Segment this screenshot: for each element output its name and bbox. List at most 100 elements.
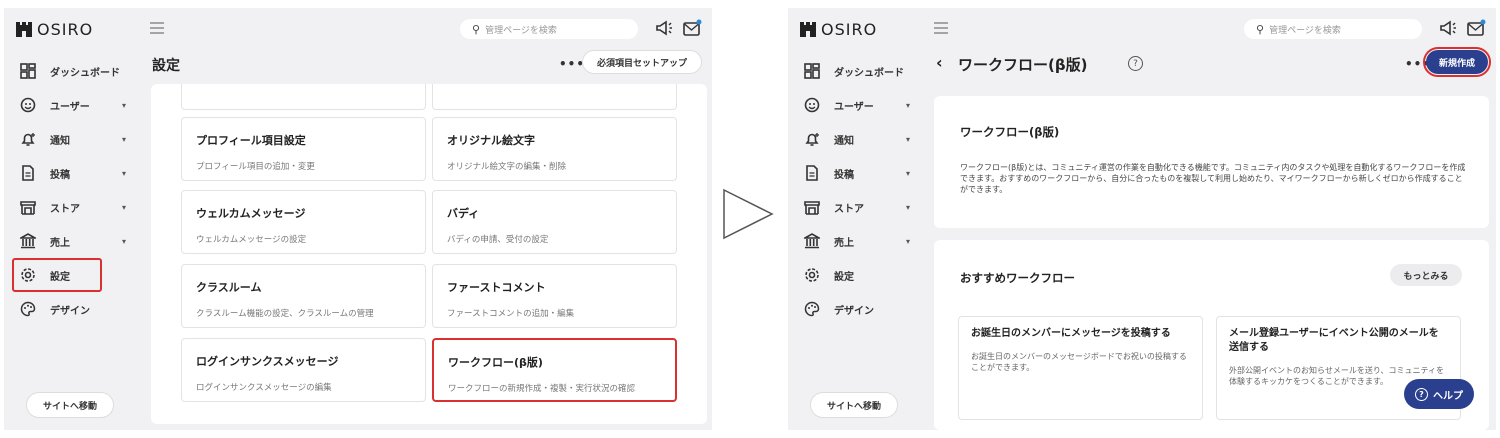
settings-card-emoji[interactable]: オリジナル絵文字オリジナル絵文字の編集・削除 [432,117,677,181]
help-circle-icon[interactable]: ? [1128,56,1143,71]
go-to-site-button[interactable]: サイトへ移動 [26,392,114,418]
logo[interactable]: OSIRO [800,20,877,39]
workflow-title: お誕生日のメンバーにメッセージを投稿する [971,328,1171,339]
settings-card[interactable] [181,84,426,110]
card-desc: ワークフローの新規作成・複製・実行状況の確認 [448,384,636,394]
help-button[interactable]: ? ヘルプ [1404,379,1474,409]
sidebar-item-store[interactable]: ストア ▾ [4,190,144,224]
card-title: クラスルーム [196,281,262,294]
sidebar-item-sales[interactable]: 売上 ▾ [4,224,144,258]
settings-card-workflow[interactable]: ワークフロー(β版) ワークフローの新規作成・複製・実行状況の確認 [432,338,677,402]
sidebar-item-notifications[interactable]: 通知 ▾ [4,122,144,156]
sidebar-item-dashboard[interactable]: ダッシュボード [788,54,928,88]
settings-card-welcome[interactable]: ウェルカムメッセージ ウェルカムメッセージの設定 [181,190,426,254]
chevron-down-icon: ▾ [122,134,127,144]
sidebar-item-label: 投稿 [50,169,70,181]
settings-card-classroom[interactable]: クラスルーム クラスルーム機能の設定、クラスルームの管理 [181,264,426,328]
sidebar-item-settings[interactable]: 設定 [788,258,928,292]
mail-icon[interactable] [682,18,702,38]
search-placeholder: 管理ページを検索 [1269,25,1341,36]
settings-card[interactable] [432,84,677,110]
logo[interactable]: OSIRO [16,20,93,39]
settings-card-buddy[interactable]: バディ バディの申請、受付の設定 [432,190,677,254]
sidebar-item-label: デザイン [834,305,874,317]
dashboard-icon [20,63,36,79]
chevron-down-icon: ▾ [906,100,911,110]
chevron-down-icon: ▾ [906,134,911,144]
sidebar-nav: ダッシュボード ユーザー ▾ 通知 ▾ 投稿 ▾ ストア ▾ 売上 ▾ 設定 デザイン [788,54,928,326]
page-title: ワークフロー(β版) [958,56,1088,74]
sidebar-item-label: ユーザー [834,101,874,113]
sidebar-item-settings[interactable]: 設定 [12,258,102,292]
help-button-label: ヘルプ [1433,390,1463,402]
sidebar-item-label: デザイン [50,305,90,317]
menu-icon[interactable] [934,22,948,34]
bell-icon [804,131,820,147]
workflow-intro-card: ワークフロー(β版) ワークフロー(β版)とは、コミュニティ運営の作業を自動化で… [934,96,1489,228]
sidebar-item-users[interactable]: ユーザー ▾ [4,88,144,122]
sidebar-item-label: ダッシュボード [834,67,904,79]
castle-icon [800,22,816,37]
gear-icon [20,267,36,283]
more-options-button[interactable]: ••• [559,57,585,71]
card-title: ログインサンクスメッセージ [196,355,339,368]
user-icon [20,97,36,113]
sidebar-item-label: ユーザー [50,101,90,113]
sidebar-item-posts[interactable]: 投稿 ▾ [4,156,144,190]
search-icon: ⚲ [472,22,481,36]
card-title: ワークフロー(β版) [448,356,543,369]
card-title: プロフィール項目設定 [196,134,306,147]
new-workflow-button[interactable]: 新規作成 [1423,47,1491,77]
sidebar-item-sales[interactable]: 売上 ▾ [788,224,928,258]
section-title: おすすめワークフロー [960,271,1075,285]
sidebar: OSIRO ダッシュボード ユーザー ▾ 通知 ▾ 投稿 ▾ ストア ▾ 売上 ▾ 設定 … [788,8,928,430]
sidebar-item-notifications[interactable]: 通知 ▾ [788,122,928,156]
menu-icon[interactable] [150,22,164,34]
card-desc: プロフィール項目の追加・変更 [196,162,315,172]
logo-text: OSIRO [821,20,878,39]
go-to-site-button[interactable]: サイトへ移動 [810,392,898,418]
settings-card-login-thanks[interactable]: ログインサンクスメッセージ ログインサンクスメッセージの編集 [181,338,426,402]
bank-icon [17,233,39,249]
card-desc: ファーストコメントの追加・編集 [447,309,575,319]
sidebar-item-label: ストア [50,203,80,215]
next-arrow-icon [723,188,774,240]
mail-icon[interactable] [1466,18,1486,38]
sidebar-item-posts[interactable]: 投稿 ▾ [788,156,928,190]
settings-screen: OSIRO ダッシュボード ユーザー ▾ 通知 ▾ 投稿 ▾ ストア ▾ 売上 ▾ 設定 … [4,8,712,430]
settings-card-first-comment[interactable]: ファーストコメント ファーストコメントの追加・編集 [432,264,677,328]
back-button[interactable]: ‹ [936,53,943,72]
required-setup-button[interactable]: 必須項目セットアップ [582,50,702,74]
sidebar-item-users[interactable]: ユーザー ▾ [788,88,928,122]
sidebar-item-store[interactable]: ストア ▾ [788,190,928,224]
megaphone-icon[interactable] [654,18,674,38]
sidebar-item-label: 売上 [834,237,854,249]
chevron-down-icon: ▾ [122,100,127,110]
sidebar-item-label: 投稿 [834,169,854,181]
settings-card-profile-fields[interactable]: プロフィール項目設定 プロフィール項目の追加・変更 [181,117,426,181]
search-input[interactable]: ⚲ 管理ページを検索 [1244,19,1422,39]
intro-description: ワークフロー(β版)とは、コミュニティ運営の作業を自動化できる機能です。コミュニ… [960,163,1466,194]
sidebar-item-design[interactable]: デザイン [4,292,144,326]
sidebar-item-label: 通知 [50,135,70,147]
help-circle-icon: ? [1415,387,1428,401]
chevron-down-icon: ▾ [906,202,911,212]
card-desc: ウェルカムメッセージの設定 [196,235,307,245]
search-input[interactable]: ⚲ 管理ページを検索 [460,19,638,39]
sidebar-item-dashboard[interactable]: ダッシュボード [4,54,144,88]
workflow-template-card[interactable]: お誕生日のメンバーにメッセージを投稿する お誕生日のメンバーのメッセージボードで… [958,316,1203,420]
see-more-button[interactable]: もっとみる [1390,264,1462,286]
card-desc: オリジナル絵文字の編集・削除 [447,162,567,172]
intro-title: ワークフロー(β版) [960,125,1060,139]
megaphone-icon[interactable] [1438,18,1458,38]
sidebar-item-design[interactable]: デザイン [788,292,928,326]
chevron-down-icon: ▾ [122,236,127,246]
chevron-down-icon: ▾ [122,168,127,178]
logo-text: OSIRO [37,20,94,39]
gear-icon [804,267,820,283]
bell-icon [20,131,36,147]
sidebar-item-label: ストア [834,203,864,215]
sidebar-nav: ダッシュボード ユーザー ▾ 通知 ▾ 投稿 ▾ ストア ▾ 売上 ▾ 設定 デザイン [4,54,144,326]
card-title: オリジナル絵文字 [447,134,535,147]
store-icon [20,199,36,215]
